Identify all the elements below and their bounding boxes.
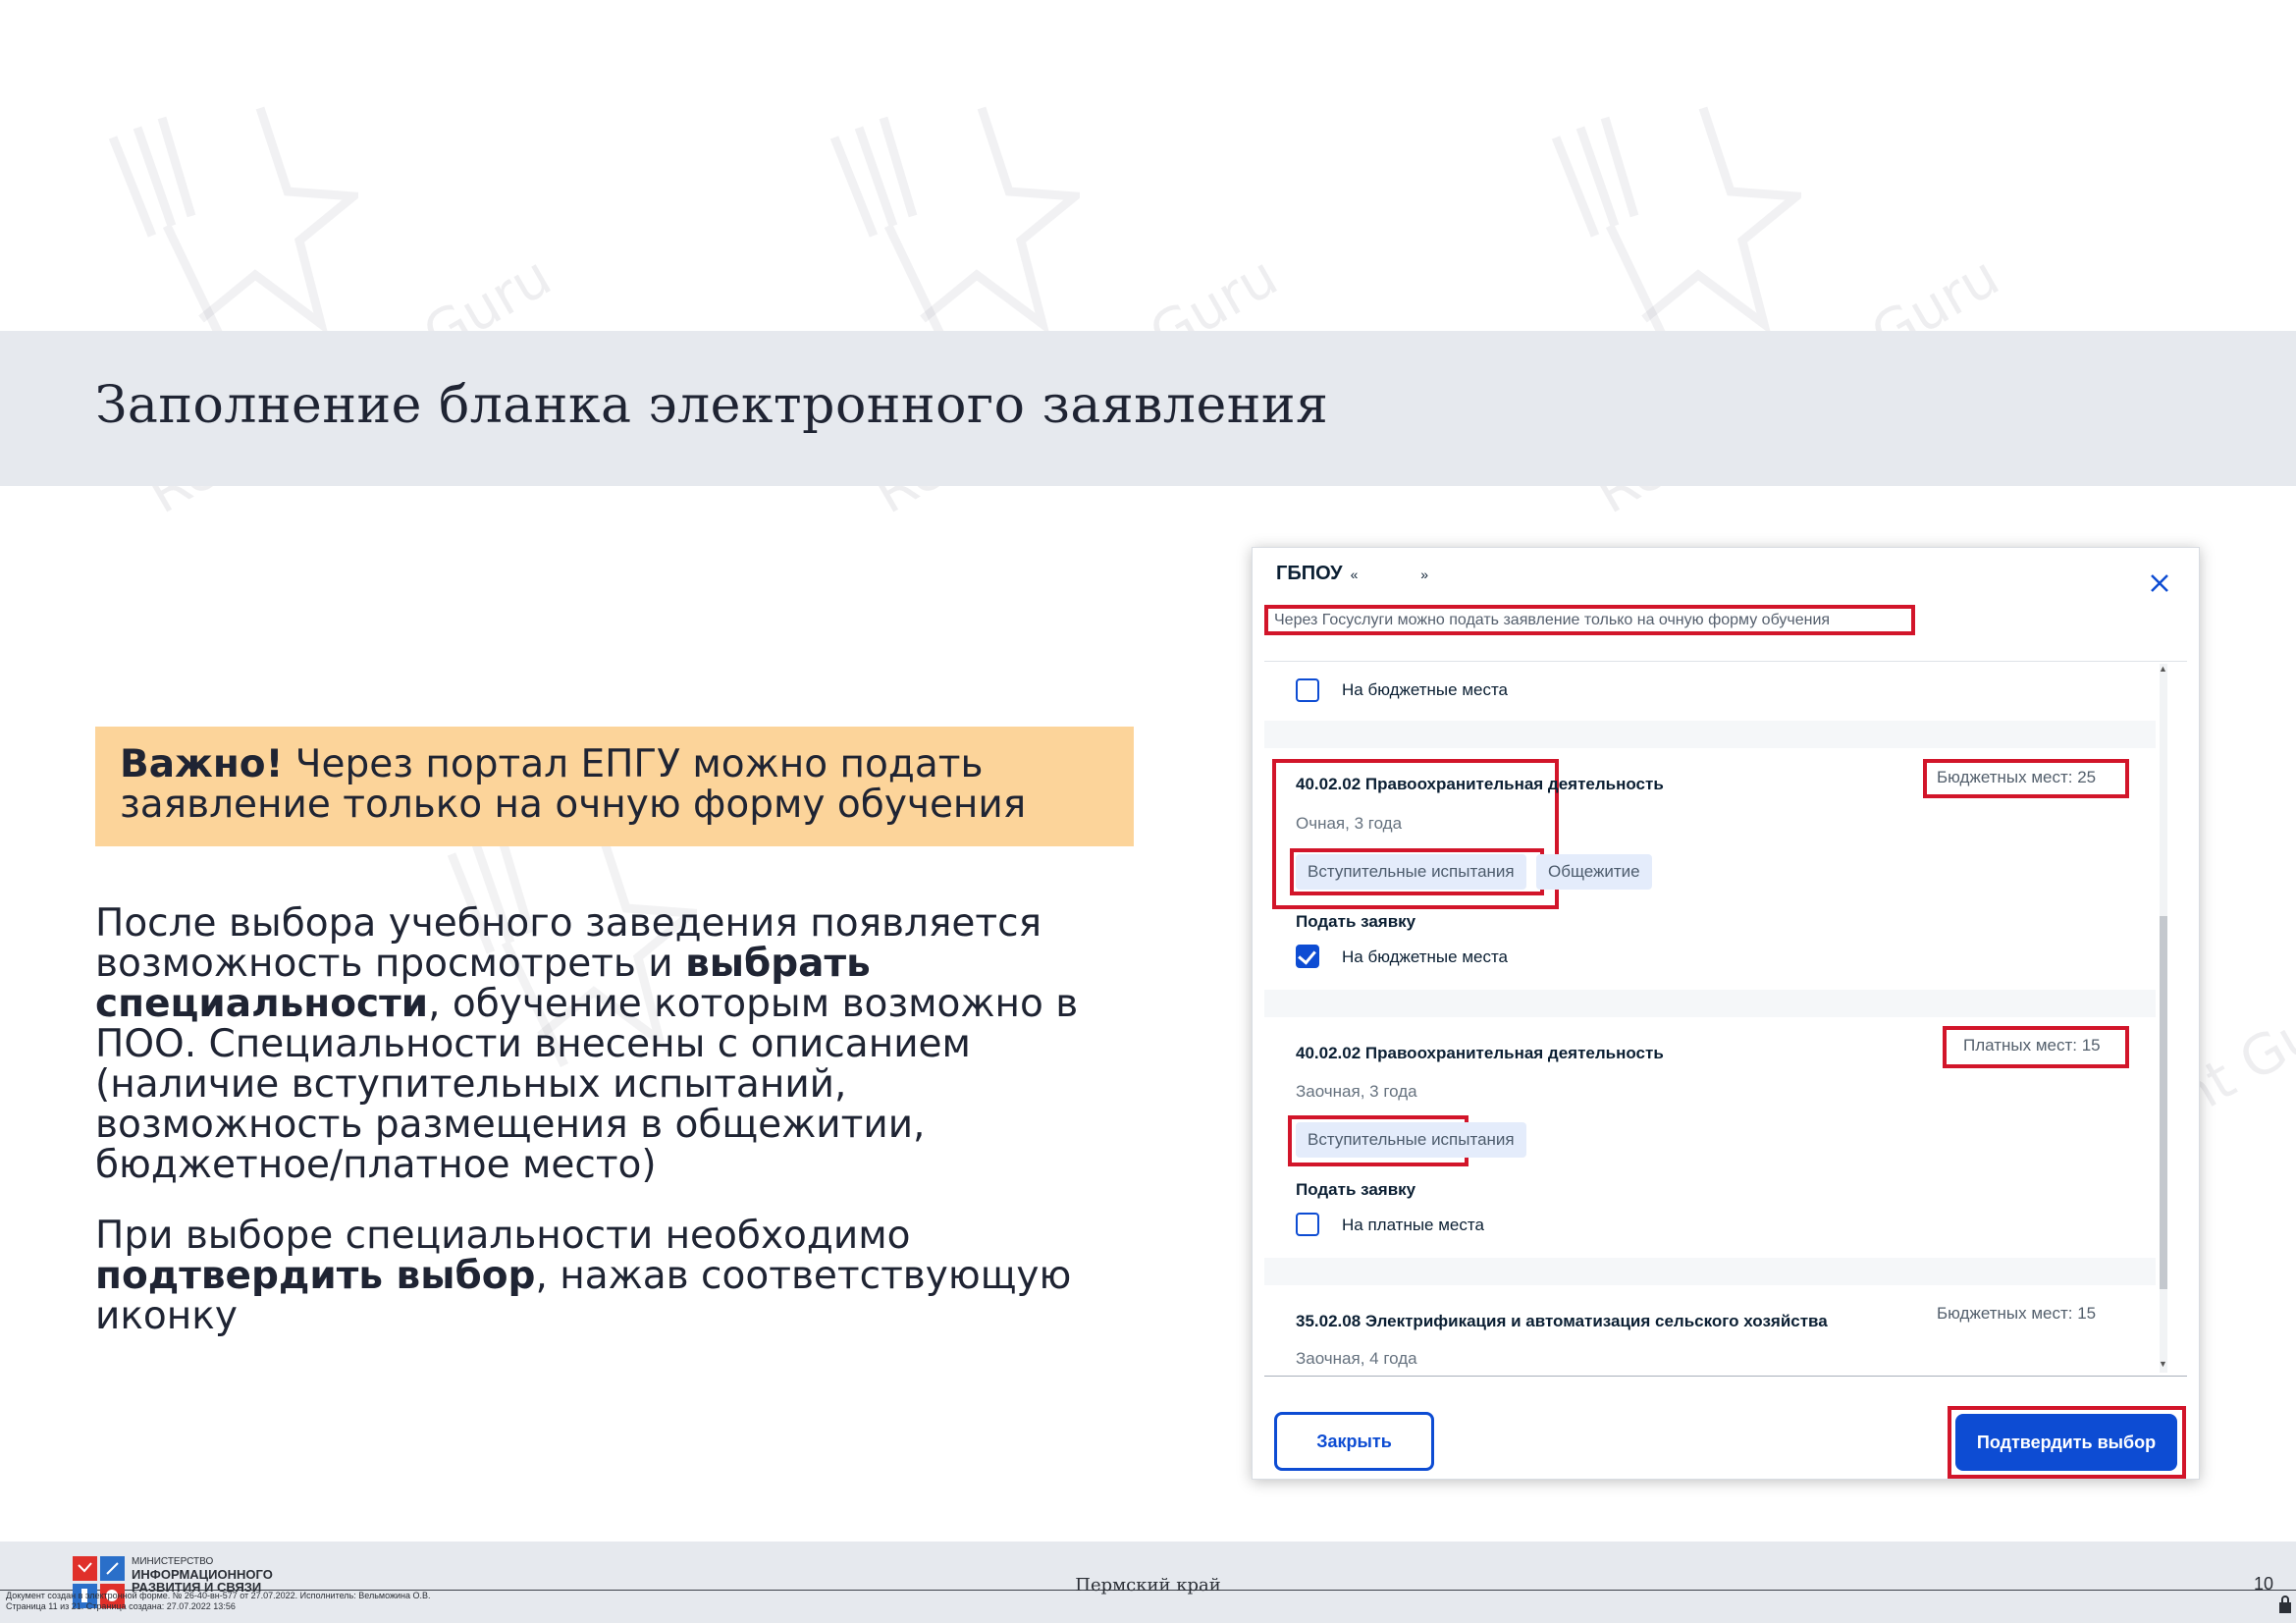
dialog-title: ГБПОУ « » [1276,563,1458,585]
row-separator [1264,721,2156,748]
entrance-exams-tag[interactable]: Вступительные испытания [1296,854,1526,890]
doc-meta-line: Страница 11 из 21. Страница создана: 27.… [6,1601,236,1611]
fork-star-watermark-icon [1551,106,1801,351]
paid-places-checkbox[interactable] [1296,1213,1319,1236]
places-count: Бюджетных мест: 15 [1937,1304,2097,1323]
checkbox-label: На бюджетные места [1342,680,1509,699]
specialty-selection-dialog: ГБПОУ « » Через Госуслуги можно подать за… [1252,547,2200,1480]
divider [1264,661,2187,662]
specialty-form: Заочная, 3 года [1296,1082,1417,1101]
close-button[interactable]: Закрыть [1274,1412,1434,1471]
fork-star-watermark-icon [108,106,358,351]
notice-text: Через Госуслуги можно подать заявление т… [1264,605,1915,635]
confirm-instruction-paragraph: При выборе специальности необходимо подт… [95,1216,1126,1336]
divider [1264,1376,2187,1377]
dormitory-tag[interactable]: Общежитие [1536,854,1652,890]
doc-meta-line: Документ создан в электронной форме. № 2… [6,1591,431,1600]
confirm-selection-button[interactable]: Подтвердить выбор [1955,1414,2177,1471]
scroll-down-arrow-icon[interactable]: ▼ [2159,1359,2167,1369]
paragraph-text: При выборе специальности необходимо [95,1214,911,1258]
important-callout: Важно! Через портал ЕПГУ можно подать за… [95,727,1134,846]
specialty-name: 40.02.02 Правоохранительная деятельность [1296,1044,1664,1062]
apply-heading: Подать заявку [1296,1180,1416,1199]
specialty-form: Заочная, 4 года [1296,1349,1417,1368]
description-paragraph: После выбора учебного заведения появляет… [95,903,1126,1185]
checkbox-label: На бюджетные места [1342,947,1509,966]
scrollbar-thumb[interactable] [2160,916,2167,1289]
places-count: Бюджетных мест: 25 [1937,768,2097,786]
important-label: Важно! [120,742,284,786]
specialty-form: Очная, 3 года [1296,814,1403,833]
places-count: Платных мест: 15 [1963,1036,2101,1055]
specialty-name: 35.02.08 Электрификация и автоматизация … [1296,1312,1828,1330]
signature-lock-icon [2279,1596,2291,1613]
entrance-exams-tag[interactable]: Вступительные испытания [1296,1122,1526,1158]
paragraph-emphasis: подтвердить выбор [95,1254,536,1298]
row-separator [1264,990,2156,1017]
dialog-title-text: ГБПОУ [1276,563,1343,584]
paragraph-text: После выбора учебного заведения появляет… [95,901,1042,986]
dialog-title-quotes: « » [1350,567,1459,582]
page-title: Заполнение бланка электронного заявления [95,376,1329,435]
apply-heading: Подать заявку [1296,912,1416,931]
budget-places-checkbox[interactable] [1296,678,1319,702]
checkbox-label: На платные места [1342,1216,1484,1234]
specialty-name: 40.02.02 Правоохранительная деятельность [1296,775,1664,793]
fork-star-watermark-icon [829,106,1080,351]
budget-places-checkbox-checked[interactable] [1296,945,1319,968]
row-separator [1264,1258,2156,1285]
page-number: 10 [2254,1574,2274,1594]
scroll-up-arrow-icon[interactable]: ▲ [2159,664,2167,674]
document-metadata: Документ создан в электронной форме. № 2… [6,1591,431,1612]
close-icon[interactable] [2144,568,2175,599]
